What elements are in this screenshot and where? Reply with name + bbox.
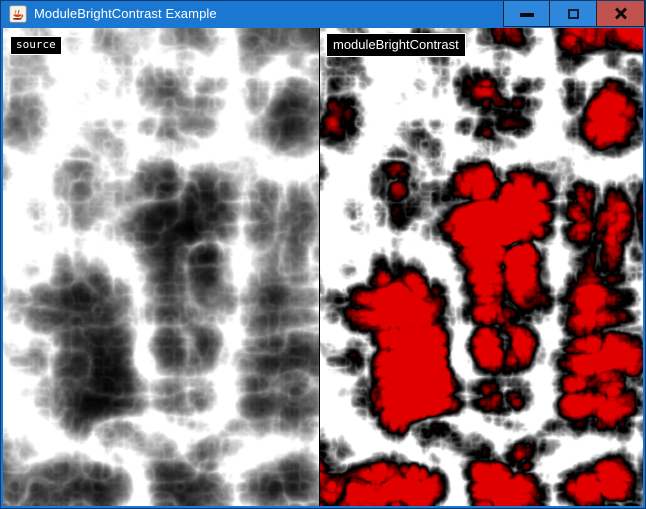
minimize-button[interactable] bbox=[503, 1, 550, 27]
maximize-icon bbox=[568, 9, 579, 19]
source-image bbox=[3, 28, 319, 506]
maximize-button[interactable] bbox=[550, 1, 597, 27]
source-label: source bbox=[10, 36, 62, 55]
source-panel: source bbox=[3, 28, 319, 506]
close-icon bbox=[614, 7, 628, 21]
content-area: source moduleBrightContrast bbox=[3, 28, 643, 506]
window: ModuleBrightContrast Example source modu… bbox=[0, 0, 646, 509]
window-title: ModuleBrightContrast Example bbox=[34, 1, 217, 27]
java-coffee-cup-icon[interactable] bbox=[9, 5, 27, 23]
module-bright-contrast-panel: moduleBrightContrast bbox=[320, 28, 643, 506]
titlebar[interactable]: ModuleBrightContrast Example bbox=[1, 1, 645, 28]
titlebar-buttons bbox=[503, 1, 645, 27]
minimize-icon bbox=[520, 13, 534, 17]
module-bright-contrast-label: moduleBrightContrast bbox=[326, 33, 466, 57]
module-bright-contrast-image bbox=[320, 28, 643, 506]
close-button[interactable] bbox=[597, 1, 645, 27]
